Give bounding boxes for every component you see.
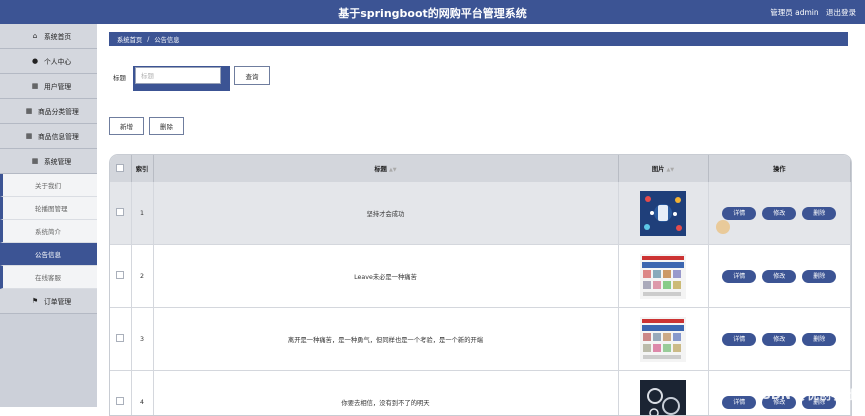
row-delete-button[interactable]: 删除 bbox=[802, 270, 836, 283]
sidebar-item-label: 商品分类管理 bbox=[38, 106, 79, 116]
top-bar: 基于springboot的网购平台管理系统 管理员 admin 退出登录 bbox=[0, 0, 865, 24]
notice-table: 索引 标题▲▼ 图片▲▼ 操作 1 坚持才会成功 bbox=[109, 154, 852, 416]
header-image-label: 图片 bbox=[652, 166, 665, 173]
row-index: 4 bbox=[131, 371, 153, 416]
grid-icon: ▦ bbox=[30, 157, 40, 165]
sidebar-item-label: 商品信息管理 bbox=[38, 131, 79, 141]
row-title: 坚持才会成功 bbox=[153, 182, 618, 245]
sort-icon[interactable]: ▲▼ bbox=[666, 167, 674, 173]
sidebar-item-label: 个人中心 bbox=[44, 56, 71, 66]
webpage-screenshot-image bbox=[640, 254, 686, 299]
edit-button[interactable]: 修改 bbox=[762, 333, 796, 346]
notice-image-thumbnail bbox=[640, 191, 686, 236]
row-title: Leave未必是一种痛苦 bbox=[153, 245, 618, 308]
table-row: 3 离开是一种痛苦，是一种勇气，但同样也是一个考验，是一个新的开端 bbox=[110, 308, 851, 371]
grid-icon: ▦ bbox=[24, 132, 34, 140]
breadcrumb-separator: / bbox=[147, 36, 149, 43]
header-title[interactable]: 标题▲▼ bbox=[153, 155, 618, 182]
sidebar-item-system[interactable]: ▦ 系统管理 bbox=[0, 149, 97, 174]
breadcrumb-home[interactable]: 系统首页 bbox=[117, 35, 142, 44]
sidebar-sub-carousel[interactable]: 轮播图管理 bbox=[0, 197, 97, 220]
row-index: 3 bbox=[131, 308, 153, 371]
flag-icon: ⚑ bbox=[30, 297, 40, 305]
delete-button[interactable]: 删除 bbox=[149, 117, 184, 135]
sidebar-item-label: 系统首页 bbox=[44, 31, 71, 41]
home-icon: ⌂ bbox=[30, 32, 40, 40]
table-row: 2 Leave未必是一种痛苦 bbox=[110, 245, 851, 308]
select-all-checkbox[interactable] bbox=[116, 164, 124, 172]
sidebar-item-label: 用户管理 bbox=[44, 81, 71, 91]
row-index: 1 bbox=[131, 182, 153, 245]
row-delete-button[interactable]: 删除 bbox=[802, 207, 836, 220]
detail-button[interactable]: 详情 bbox=[722, 333, 756, 346]
sidebar-item-orders[interactable]: ⚑ 订单管理 bbox=[0, 289, 97, 314]
watermark: CSDN @优创学社 bbox=[753, 386, 855, 403]
add-button[interactable]: 新增 bbox=[109, 117, 144, 135]
header-image[interactable]: 图片▲▼ bbox=[618, 155, 708, 182]
sidebar-item-category[interactable]: ▦ 商品分类管理 bbox=[0, 99, 97, 124]
main-content: 系统首页 / 公告信息 标题 查询 新增 删除 索引 标题▲▼ 图片▲▼ 操作 bbox=[97, 24, 865, 407]
mouse-cursor-highlight bbox=[716, 220, 730, 234]
query-button[interactable]: 查询 bbox=[234, 66, 270, 85]
user-label: 管理员 admin bbox=[770, 8, 818, 17]
sidebar-item-product[interactable]: ▦ 商品信息管理 bbox=[0, 124, 97, 149]
jewelry-image bbox=[640, 380, 686, 416]
row-checkbox[interactable] bbox=[116, 208, 124, 216]
sidebar-sub-intro[interactable]: 系统简介 bbox=[0, 220, 97, 243]
grid-icon: ▦ bbox=[30, 82, 40, 90]
sidebar-sub-about[interactable]: 关于我们 bbox=[0, 174, 97, 197]
row-delete-button[interactable]: 删除 bbox=[802, 333, 836, 346]
header-index: 索引 bbox=[131, 155, 153, 182]
table-row: 1 坚持才会成功 bbox=[110, 182, 851, 245]
sidebar-item-home[interactable]: ⌂ 系统首页 bbox=[0, 24, 97, 49]
detail-button[interactable]: 详情 bbox=[722, 270, 756, 283]
notice-image-thumbnail bbox=[640, 254, 686, 299]
search-label: 标题 bbox=[113, 72, 126, 82]
notice-image-thumbnail bbox=[640, 317, 686, 362]
row-title: 离开是一种痛苦，是一种勇气，但同样也是一个考验，是一个新的开端 bbox=[153, 308, 618, 371]
search-input[interactable] bbox=[135, 67, 221, 84]
select-all-cell[interactable] bbox=[110, 155, 131, 182]
header-title-label: 标题 bbox=[374, 166, 387, 173]
grid-icon: ▦ bbox=[24, 107, 34, 115]
sidebar-sub-notice[interactable]: 公告信息 bbox=[0, 243, 97, 266]
row-checkbox[interactable] bbox=[116, 271, 124, 279]
user-box: 管理员 admin 退出登录 bbox=[765, 7, 856, 18]
detail-button[interactable]: 详情 bbox=[722, 207, 756, 220]
webpage-screenshot-image bbox=[640, 317, 686, 362]
row-title: 你要去相信，没有到不了的明天 bbox=[153, 371, 618, 416]
sidebar-item-label: 系统管理 bbox=[44, 156, 71, 166]
sidebar-item-profile[interactable]: ● 个人中心 bbox=[0, 49, 97, 74]
edit-button[interactable]: 修改 bbox=[762, 270, 796, 283]
sidebar-item-label: 订单管理 bbox=[44, 296, 71, 306]
breadcrumb-current: 公告信息 bbox=[154, 35, 179, 44]
header-operation: 操作 bbox=[708, 155, 851, 182]
logout-link[interactable]: 退出登录 bbox=[826, 8, 856, 17]
app-title: 基于springboot的网购平台管理系统 bbox=[0, 5, 865, 21]
breadcrumb: 系统首页 / 公告信息 bbox=[109, 32, 848, 46]
social-network-image bbox=[640, 191, 686, 236]
search-field-wrapper bbox=[133, 66, 230, 91]
row-checkbox[interactable] bbox=[116, 397, 124, 405]
edit-button[interactable]: 修改 bbox=[762, 207, 796, 220]
row-checkbox[interactable] bbox=[116, 334, 124, 342]
sidebar-sub-service[interactable]: 在线客服 bbox=[0, 266, 97, 289]
person-icon: ● bbox=[30, 57, 40, 65]
table-row: 4 你要去相信，没有到不了的明天 详情 bbox=[110, 371, 851, 416]
notice-image-thumbnail bbox=[640, 380, 686, 416]
row-index: 2 bbox=[131, 245, 153, 308]
table-header-row: 索引 标题▲▼ 图片▲▼ 操作 bbox=[110, 155, 851, 182]
sort-icon[interactable]: ▲▼ bbox=[389, 167, 397, 173]
sidebar: ⌂ 系统首页 ● 个人中心 ▦ 用户管理 ▦ 商品分类管理 ▦ 商品信息管理 ▦… bbox=[0, 24, 98, 407]
sidebar-item-users[interactable]: ▦ 用户管理 bbox=[0, 74, 97, 99]
